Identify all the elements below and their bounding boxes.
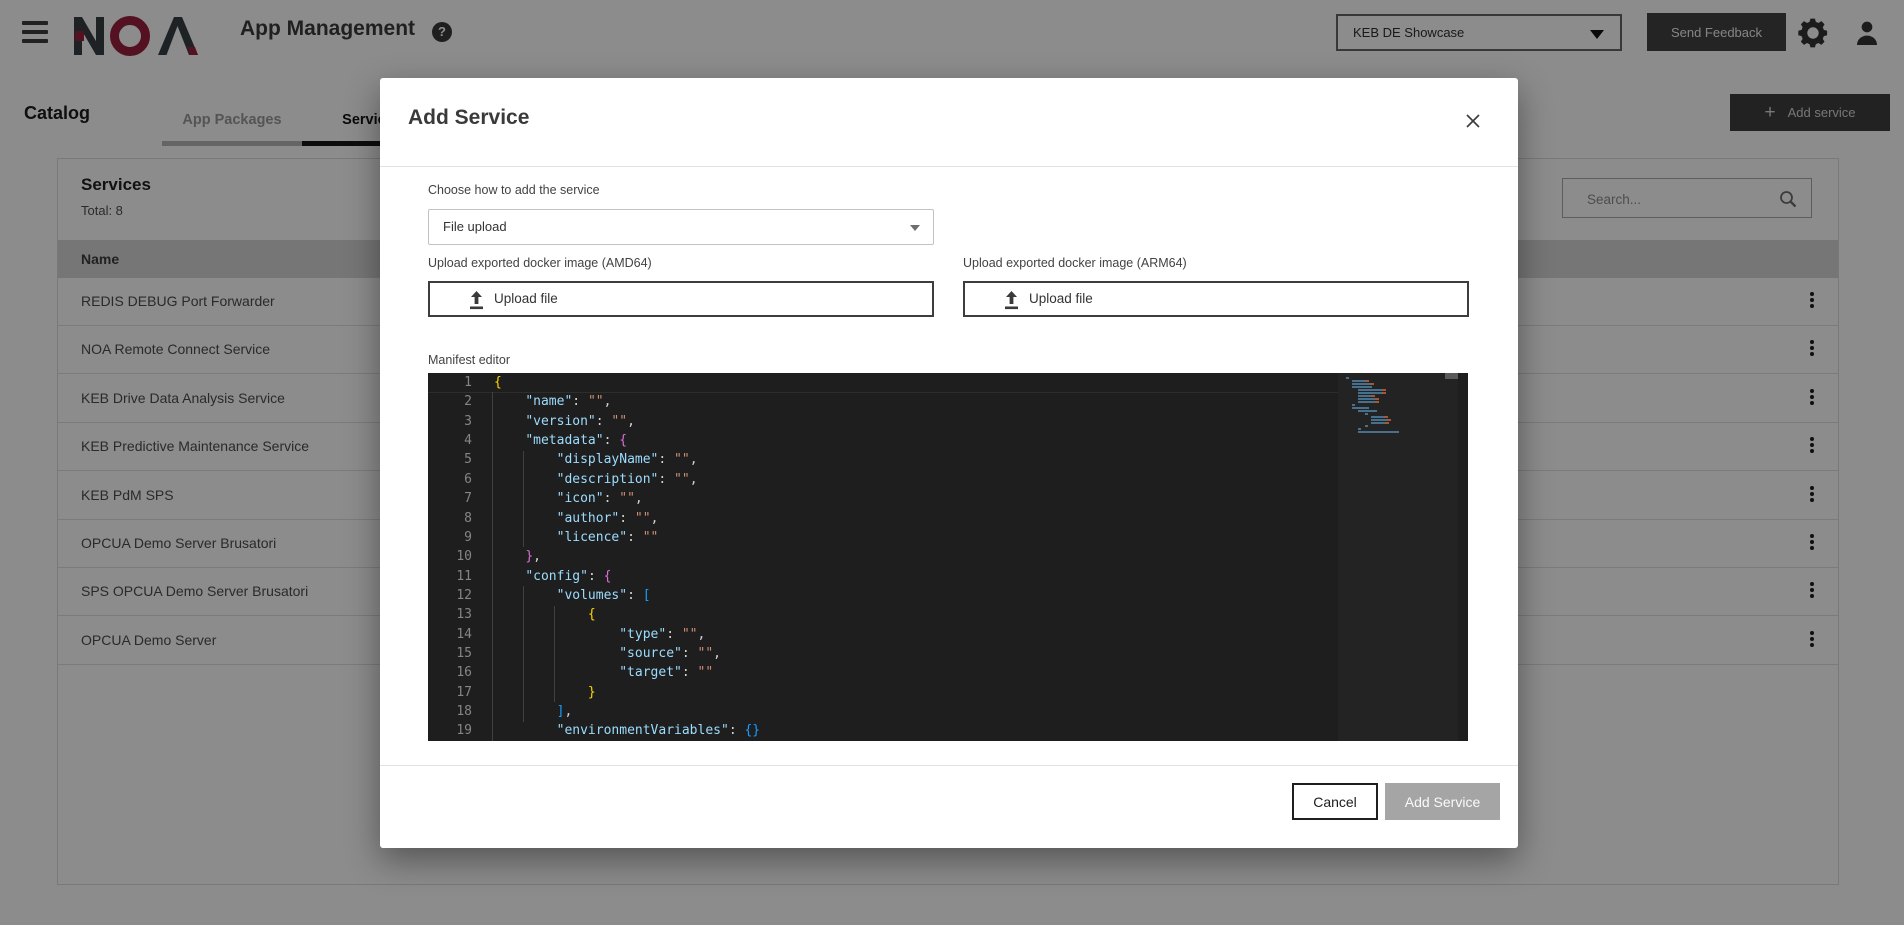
minimap-string-mark (1384, 416, 1388, 418)
editor-line: 6 "description": "", (428, 470, 1468, 489)
editor-minimap[interactable] (1338, 373, 1458, 741)
editor-lines: 1{2 "name": "",3 "version": "",4 "metada… (428, 373, 1468, 741)
cancel-button[interactable]: Cancel (1292, 783, 1378, 820)
line-number: 3 (428, 412, 472, 431)
line-number: 8 (428, 509, 472, 528)
chevron-down-icon (910, 225, 920, 231)
upload-icon (1003, 291, 1020, 310)
close-icon[interactable] (1460, 108, 1486, 134)
add-service-dialog: Add Service Choose how to add the servic… (380, 78, 1518, 848)
line-number: 15 (428, 644, 472, 663)
editor-line: 10 }, (428, 547, 1468, 566)
choose-method-label: Choose how to add the service (428, 183, 600, 197)
minimap-line-mark (1358, 410, 1377, 412)
editor-line: 15 "source": "", (428, 644, 1468, 663)
manifest-code-editor[interactable]: 1{2 "name": "",3 "version": "",4 "metada… (428, 373, 1468, 741)
method-select[interactable]: File upload (428, 209, 934, 245)
editor-line: 5 "displayName": "", (428, 450, 1468, 469)
minimap-corner (1445, 373, 1458, 379)
upload-icon (468, 291, 485, 310)
add-service-submit-button[interactable]: Add Service (1385, 783, 1500, 820)
minimap-line-mark (1365, 413, 1368, 415)
dialog-title: Add Service (408, 106, 529, 130)
editor-line: 14 "type": "", (428, 625, 1468, 644)
minimap-string-mark (1385, 422, 1389, 424)
editor-line: 4 "metadata": { (428, 431, 1468, 450)
editor-line: 12 "volumes": [ (428, 586, 1468, 605)
editor-line: 17 } (428, 683, 1468, 702)
editor-line: 16 "target": "" (428, 663, 1468, 682)
minimap-string-mark (1365, 380, 1369, 382)
line-number: 12 (428, 586, 472, 605)
line-number: 1 (428, 373, 472, 392)
editor-line: 11 "config": { (428, 567, 1468, 586)
minimap-line-mark (1352, 386, 1372, 388)
minimap-string-mark (1371, 395, 1375, 397)
editor-line: 18 ], (428, 702, 1468, 721)
minimap-string-mark (1387, 419, 1391, 421)
minimap-line-mark (1352, 407, 1369, 409)
line-number: 7 (428, 489, 472, 508)
editor-line: 7 "icon": "", (428, 489, 1468, 508)
line-number: 17 (428, 683, 472, 702)
line-number: 4 (428, 431, 472, 450)
line-number: 5 (428, 450, 472, 469)
line-number: 16 (428, 663, 472, 682)
minimap-string-mark (1382, 389, 1386, 391)
line-number: 14 (428, 625, 472, 644)
line-number: 2 (428, 392, 472, 411)
arm64-upload-label: Upload exported docker image (ARM64) (963, 256, 1187, 270)
dialog-footer-divider (380, 765, 1518, 766)
method-select-value: File upload (443, 219, 507, 234)
minimap-string-mark (1375, 401, 1379, 403)
editor-line: 9 "licence": "" (428, 528, 1468, 547)
upload-file-arm64-button[interactable]: Upload file (963, 281, 1469, 317)
minimap-line-mark (1358, 431, 1398, 433)
editor-line: 3 "version": "", (428, 412, 1468, 431)
line-number: 18 (428, 702, 472, 721)
editor-line: 19 "environmentVariables": {} (428, 721, 1468, 740)
upload-file-amd64-button[interactable]: Upload file (428, 281, 934, 317)
line-number: 19 (428, 721, 472, 740)
line-number: 11 (428, 567, 472, 586)
minimap-line-mark (1365, 425, 1368, 427)
amd64-upload-label: Upload exported docker image (AMD64) (428, 256, 652, 270)
line-number: 6 (428, 470, 472, 489)
dialog-header-divider (380, 166, 1518, 167)
manifest-editor-label: Manifest editor (428, 353, 510, 367)
editor-line: 13 { (428, 605, 1468, 624)
editor-line: 2 "name": "", (428, 392, 1468, 411)
minimap-line-mark (1346, 377, 1349, 379)
minimap-string-mark (1375, 398, 1379, 400)
editor-line: 1{ (428, 373, 1468, 392)
line-number: 10 (428, 547, 472, 566)
line-number: 13 (428, 605, 472, 624)
editor-line: 8 "author": "", (428, 509, 1468, 528)
minimap-line-mark (1352, 404, 1355, 406)
current-line-border (428, 392, 1338, 393)
app-root: App Management ? KEB DE Showcase Send Fe… (0, 0, 1904, 925)
line-number: 9 (428, 528, 472, 547)
minimap-string-mark (1370, 383, 1374, 385)
minimap-string-mark (1382, 392, 1386, 394)
minimap-line-mark (1358, 428, 1361, 430)
